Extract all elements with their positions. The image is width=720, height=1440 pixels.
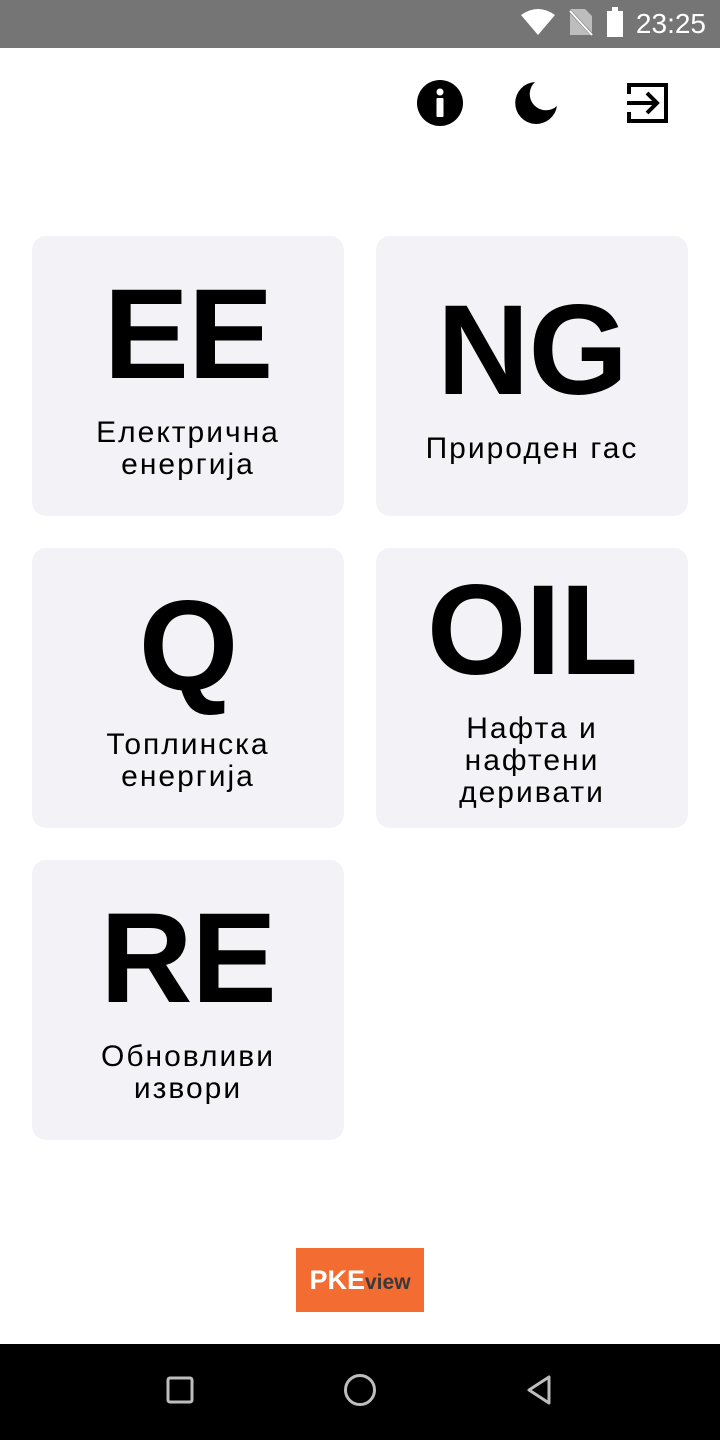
tile-label: Природен гас <box>425 432 639 465</box>
logo-text-view: view <box>365 1270 411 1294</box>
tile-label: Електрична енергија <box>96 416 280 481</box>
tile-oil[interactable]: OIL Нафта и нафтени деривати <box>376 548 688 828</box>
logout-icon <box>625 80 671 131</box>
energy-tiles-grid: EE Електрична енергија NG Природен гас Q… <box>32 236 688 1140</box>
status-time: 23:25 <box>635 8 706 39</box>
tile-abbr: Q <box>138 575 239 718</box>
info-button[interactable] <box>413 78 467 132</box>
top-toolbar <box>0 78 720 132</box>
home-circle-icon <box>342 1372 378 1413</box>
recents-square-icon <box>165 1375 195 1410</box>
tile-label: Топлинска енергија <box>106 728 270 793</box>
logout-button[interactable] <box>621 78 675 132</box>
tile-abbr: NG <box>437 279 628 422</box>
wifi-icon <box>520 8 556 41</box>
dark-mode-moon-icon <box>513 80 559 131</box>
system-nav-bar <box>0 1344 720 1440</box>
tile-abbr: RE <box>100 887 277 1030</box>
pkeview-logo: PKE view <box>296 1248 424 1312</box>
no-sim-icon <box>566 7 596 42</box>
info-icon <box>416 79 464 132</box>
recents-button[interactable] <box>156 1368 204 1416</box>
tile-electric-energy[interactable]: EE Електрична енергија <box>32 236 344 516</box>
tile-heat-energy[interactable]: Q Топлинска енергија <box>32 548 344 828</box>
tile-label: Обновливи извори <box>101 1040 275 1105</box>
status-bar: 23:25 <box>0 0 720 48</box>
tile-abbr: OIL <box>426 559 638 702</box>
tile-renewable[interactable]: RE Обновливи извори <box>32 860 344 1140</box>
dark-mode-button[interactable] <box>509 78 563 132</box>
back-triangle-icon <box>524 1374 556 1411</box>
tile-natural-gas[interactable]: NG Природен гас <box>376 236 688 516</box>
logo-text-pke: PKE <box>309 1264 365 1295</box>
tile-label: Нафта и нафтени деривати <box>459 712 605 809</box>
battery-icon <box>606 6 624 42</box>
tile-abbr: EE <box>103 263 274 406</box>
back-button[interactable] <box>516 1368 564 1416</box>
home-button[interactable] <box>336 1368 384 1416</box>
